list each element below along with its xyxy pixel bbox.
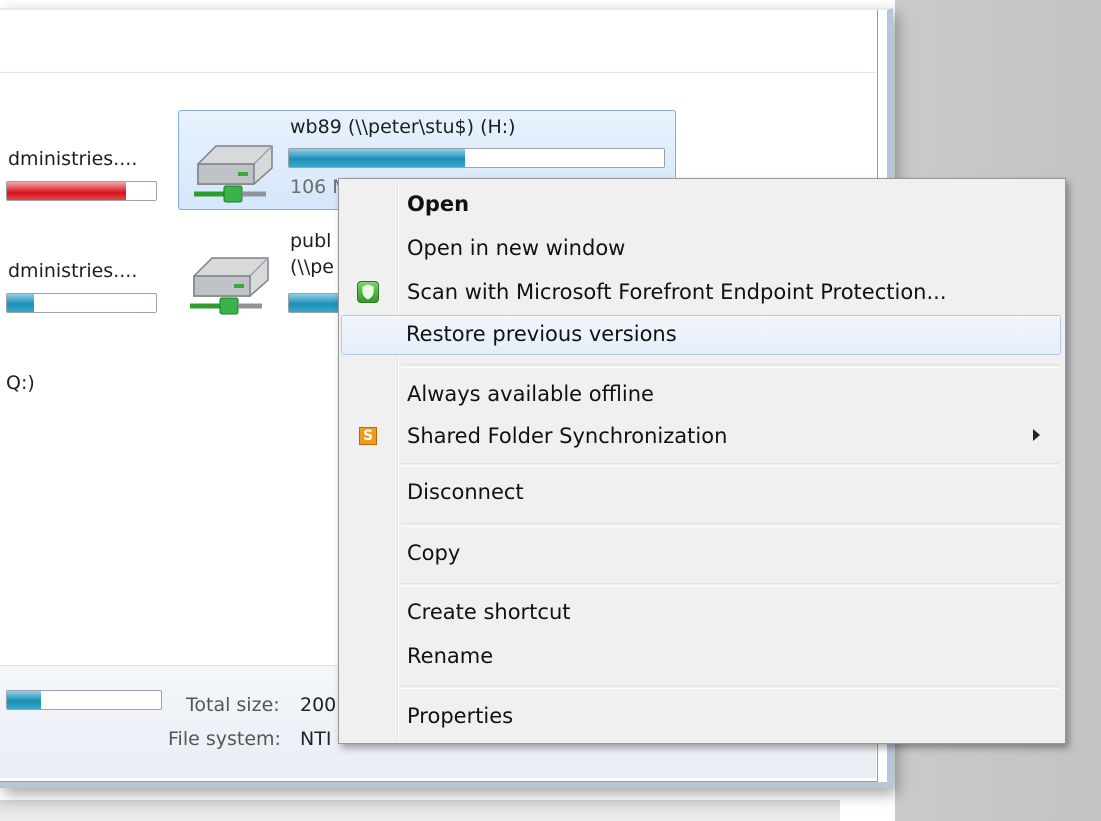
menu-item-label: Copy [407,541,461,565]
drive-usage-bar-left-middle [6,293,157,313]
sync-icon: S [359,427,377,445]
selected-drive-usage-bar [288,148,665,168]
menu-item-copy[interactable]: Copy [341,534,1061,574]
menu-item-label: Create shortcut [407,600,571,624]
drive-usage-bar-left-top [6,181,157,201]
menu-item-open[interactable]: Open [341,185,1061,225]
menu-item-label: Scan with Microsoft Forefront Endpoint P… [407,280,947,304]
menu-item-create-shortcut[interactable]: Create shortcut [341,593,1061,633]
blank-area [82,422,234,572]
menu-separator [401,463,1059,467]
menu-separator [401,583,1059,587]
menu-separator [401,364,1059,368]
context-menu: Open Open in new window Scan with Micros… [338,178,1066,744]
menu-separator [401,685,1059,689]
selected-drive-space-text: 106 MB free of 200 MB [290,176,338,198]
drive-name-left-middle[interactable]: dministries.... [8,260,137,282]
usage-fill [289,149,466,167]
menu-item-label: Always available offline [407,382,654,406]
menu-item-label: Disconnect [407,480,524,504]
total-size-value: 200 [300,694,337,716]
shield-icon [357,281,379,303]
menu-separator [401,523,1059,527]
menu-item-label: Shared Folder Synchronization [407,424,728,448]
submenu-arrow-icon [1033,429,1040,441]
menu-item-label: Properties [407,704,514,728]
menu-item-disconnect[interactable]: Disconnect [341,473,1061,513]
drive-label-q[interactable]: Q:) [6,372,35,394]
total-size-label: Total size: [186,694,280,716]
selected-drive-name[interactable]: wb89 (\\peter\stu$) (H:) [290,116,516,138]
public-drive-name-line1[interactable]: publ [290,230,331,252]
menu-item-rename[interactable]: Rename [341,637,1061,677]
menu-item-scan-forefront[interactable]: Scan with Microsoft Forefront Endpoint P… [341,273,1061,313]
details-usage-bar [6,690,162,710]
toolbar-divider [0,72,876,73]
menu-item-open-new-window[interactable]: Open in new window [341,229,1061,269]
desktop-bottom-shade [0,800,840,821]
usage-fill [7,691,41,709]
menu-item-shared-folder-sync[interactable]: S Shared Folder Synchronization [341,417,1061,457]
usage-fill [7,294,34,312]
menu-item-properties[interactable]: Properties [341,697,1061,737]
network-drive-icon[interactable] [184,244,276,318]
public-drive-name-line2[interactable]: (\\pe [290,256,334,278]
file-system-label: File system: [168,728,281,750]
menu-item-always-available-offline[interactable]: Always available offline [341,375,1061,415]
menu-item-label: Rename [407,644,494,668]
network-drive-icon[interactable] [188,132,280,206]
menu-item-restore-previous-versions[interactable]: Restore previous versions [341,315,1061,355]
menu-item-label: Open [407,192,470,216]
drive-name-left-top[interactable]: dministries.... [8,148,137,170]
menu-item-label: Open in new window [407,236,626,260]
menu-item-label: Restore previous versions [406,322,677,346]
file-system-value: NTI [300,728,332,750]
usage-fill [7,182,127,200]
